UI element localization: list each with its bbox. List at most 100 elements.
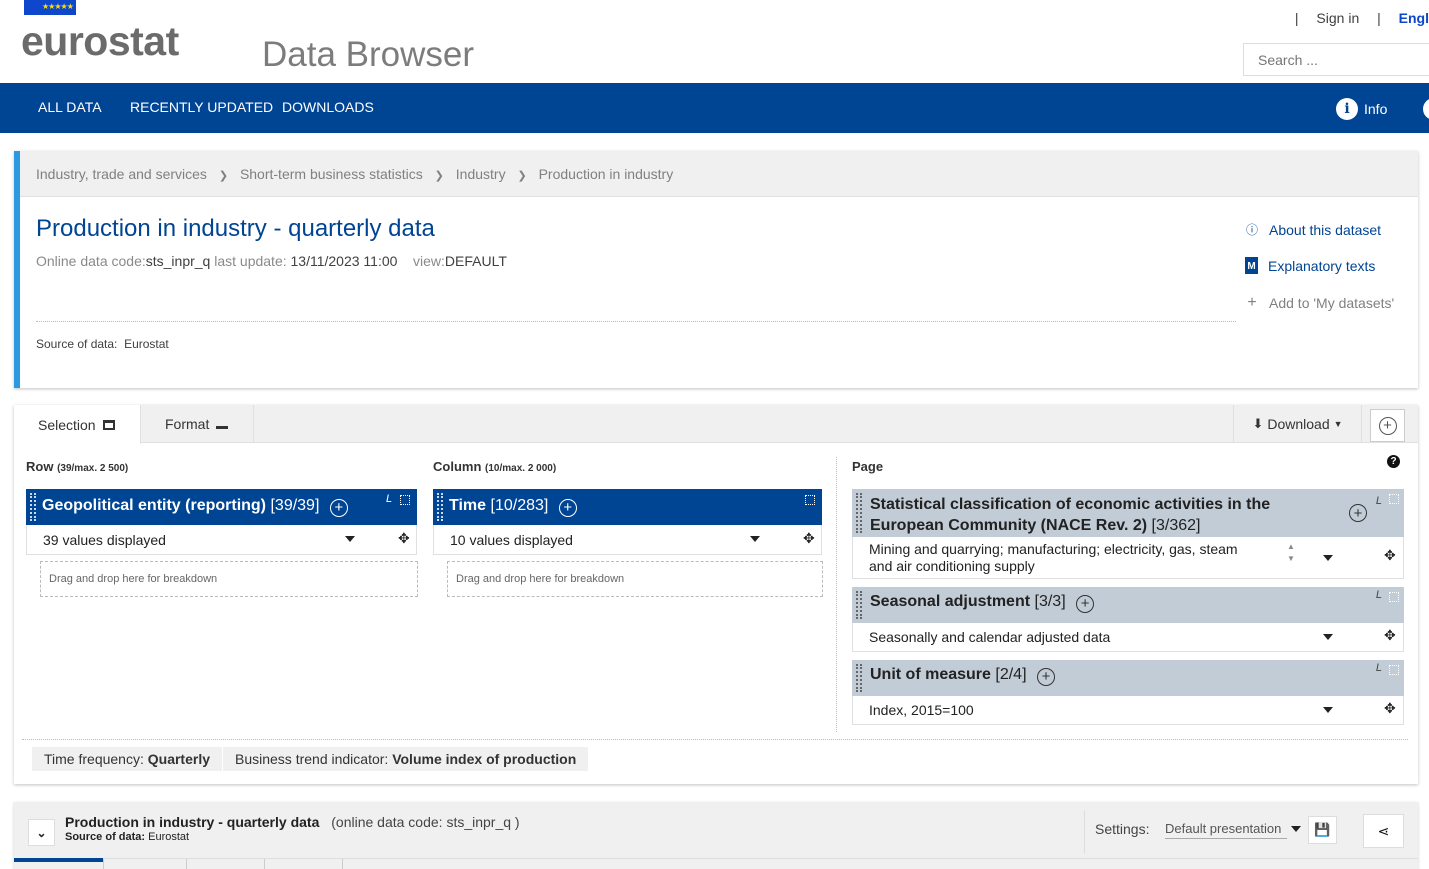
lock-letter-icon[interactable]: L — [386, 493, 392, 505]
download-icon: ⬇ — [1252, 416, 1264, 431]
expand-square-icon[interactable] — [1389, 665, 1399, 675]
top-links: | Sign in | Engl — [1294, 10, 1429, 26]
drag-handle-icon[interactable] — [30, 493, 36, 521]
dataset-view: DEFAULT — [444, 253, 507, 269]
breadcrumb-separator-icon: ❯ — [434, 170, 444, 182]
caret-down-icon — [750, 536, 760, 542]
column-label: Column (10/max. 2 000) — [433, 459, 557, 474]
collapse-button[interactable]: ⌄ — [28, 819, 55, 846]
drag-handle-icon[interactable] — [856, 664, 862, 692]
breadcrumb-item[interactable]: Short-term business statistics — [240, 166, 423, 182]
dataset-info-panel: Industry, trade and services ❯ Short-ter… — [14, 151, 1418, 388]
language-selector[interactable]: Engl — [1399, 10, 1429, 26]
filter-business-trend[interactable]: Business trend indicator: Volume index o… — [223, 747, 589, 771]
sign-in-link[interactable]: Sign in — [1316, 10, 1359, 26]
move-icon[interactable]: ✥ — [803, 530, 815, 547]
drag-handle-icon[interactable] — [856, 493, 862, 533]
geo-values-select[interactable]: 39 values displayed ✥ — [26, 525, 417, 555]
expand-square-icon[interactable] — [1389, 592, 1399, 602]
stepper-icon[interactable]: ▲ ▼ — [1287, 541, 1295, 565]
nav-extra-icon[interactable] — [1423, 98, 1429, 120]
dataset-code: sts_inpr_q — [145, 253, 211, 269]
add-to-my-datasets-link[interactable]: + Add to 'My datasets' — [1245, 294, 1394, 312]
nav-recently-updated[interactable]: RECENTLY UPDATED — [130, 99, 273, 115]
lock-letter-icon[interactable]: L — [1376, 491, 1382, 512]
caret-down-icon — [1323, 555, 1333, 561]
divider — [36, 321, 1236, 322]
last-update: 13/11/2023 11:00 — [290, 253, 398, 269]
expand-square-icon[interactable] — [400, 495, 410, 505]
dimension-time-header[interactable]: Time [10/283] + — [433, 489, 822, 525]
expand-square-icon[interactable] — [805, 495, 815, 505]
lock-letter-icon[interactable]: L — [1376, 662, 1382, 674]
tab-divider — [103, 859, 104, 869]
tab-divider — [342, 859, 343, 869]
eu-flag-logo: ★★★★★ — [24, 0, 76, 15]
breadcrumb-separator-icon: ❯ — [218, 170, 229, 182]
chevron-down-icon: ⌄ — [36, 826, 47, 840]
move-icon[interactable]: ✥ — [1384, 547, 1396, 564]
site-header: ★★★★★ eurostat Data Browser | Sign in | … — [0, 0, 1429, 83]
move-icon[interactable]: ✥ — [398, 530, 410, 547]
plus-circle-icon[interactable]: + — [1349, 504, 1367, 522]
caret-down-icon — [1323, 634, 1333, 640]
plus-circle-icon[interactable]: + — [1036, 667, 1055, 686]
plus-circle-icon[interactable]: + — [329, 498, 348, 517]
dataset-source: Source of data: Eurostat — [36, 337, 169, 351]
breadcrumb-item[interactable]: Industry — [456, 166, 506, 182]
unit-value-select[interactable]: Index, 2015=100 ✥ — [852, 696, 1404, 725]
page-label: Page — [852, 459, 884, 474]
move-icon[interactable]: ✥ — [1384, 627, 1396, 644]
drag-handle-icon[interactable] — [856, 591, 862, 619]
info-circle-icon: ⓘ — [1245, 223, 1258, 237]
nav-downloads[interactable]: DOWNLOADS — [282, 99, 374, 115]
lock-letter-icon[interactable]: L — [1376, 589, 1382, 601]
help-icon[interactable]: ? — [1387, 455, 1400, 468]
row-label: Row (39/max. 2 500) — [26, 459, 129, 474]
view-title: Production in industry - quarterly data … — [65, 814, 520, 830]
share-icon: ⋖ — [1377, 823, 1390, 839]
caret-down-icon: ▼ — [1333, 419, 1343, 429]
selection-tabs-bar: Selection Format ⬇ Download ▼ + — [14, 405, 1418, 444]
search-input[interactable] — [1243, 43, 1429, 76]
move-icon[interactable]: ✥ — [1384, 700, 1396, 717]
info-button[interactable]: i Info — [1336, 98, 1387, 120]
save-button[interactable]: 💾 — [1308, 816, 1337, 844]
breadcrumb-item[interactable]: Production in industry — [539, 166, 674, 182]
dimension-nace-header[interactable]: Statistical classification of economic a… — [852, 489, 1404, 537]
expand-square-icon[interactable] — [1389, 494, 1399, 504]
plus-icon: + — [1247, 294, 1257, 311]
row-drop-zone[interactable]: Drag and drop here for breakdown — [40, 561, 418, 597]
eurostat-logo[interactable]: eurostat — [21, 18, 179, 65]
explanatory-texts-link[interactable]: M Explanatory texts — [1245, 257, 1375, 274]
dataset-meta: Online data code:sts_inpr_q last update:… — [36, 253, 507, 269]
column-drop-zone[interactable]: Drag and drop here for breakdown — [447, 561, 823, 597]
nav-all-data[interactable]: ALL DATA — [38, 99, 102, 115]
download-button[interactable]: ⬇ Download ▼ — [1233, 405, 1362, 443]
drag-handle-icon[interactable] — [437, 493, 443, 521]
divider — [14, 858, 1418, 859]
divider — [22, 739, 1408, 740]
app-title: Data Browser — [262, 35, 475, 74]
settings-select[interactable]: Default presentation — [1165, 821, 1301, 839]
active-tab-indicator[interactable] — [14, 858, 103, 862]
tab-format[interactable]: Format — [141, 405, 254, 443]
breadcrumb: Industry, trade and services ❯ Short-ter… — [20, 151, 1418, 197]
share-button[interactable]: ⋖ — [1363, 814, 1404, 848]
breadcrumb-item[interactable]: Industry, trade and services — [36, 166, 207, 182]
add-view-button[interactable]: + — [1370, 409, 1405, 442]
plus-circle-icon[interactable]: + — [558, 498, 577, 517]
plus-circle-icon[interactable]: + — [1076, 594, 1095, 613]
filter-time-frequency[interactable]: Time frequency: Quarterly — [32, 747, 222, 771]
dimension-seasonal-header[interactable]: Seasonal adjustment [3/3] + L — [852, 587, 1404, 623]
nace-value-select[interactable]: Mining and quarrying; manufacturing; ele… — [852, 537, 1404, 579]
dimension-unit-header[interactable]: Unit of measure [2/4] + L — [852, 660, 1404, 696]
tab-divider — [264, 859, 265, 869]
breadcrumb-separator-icon: ❯ — [517, 170, 527, 182]
about-dataset-link[interactable]: ⓘ About this dataset — [1245, 221, 1381, 238]
tab-selection[interactable]: Selection — [14, 405, 141, 444]
dimension-geo-header[interactable]: Geopolitical entity (reporting) [39/39] … — [26, 489, 417, 525]
divider — [836, 457, 837, 732]
seasonal-value-select[interactable]: Seasonally and calendar adjusted data ✥ — [852, 623, 1404, 652]
time-values-select[interactable]: 10 values displayed ✥ — [433, 525, 822, 555]
